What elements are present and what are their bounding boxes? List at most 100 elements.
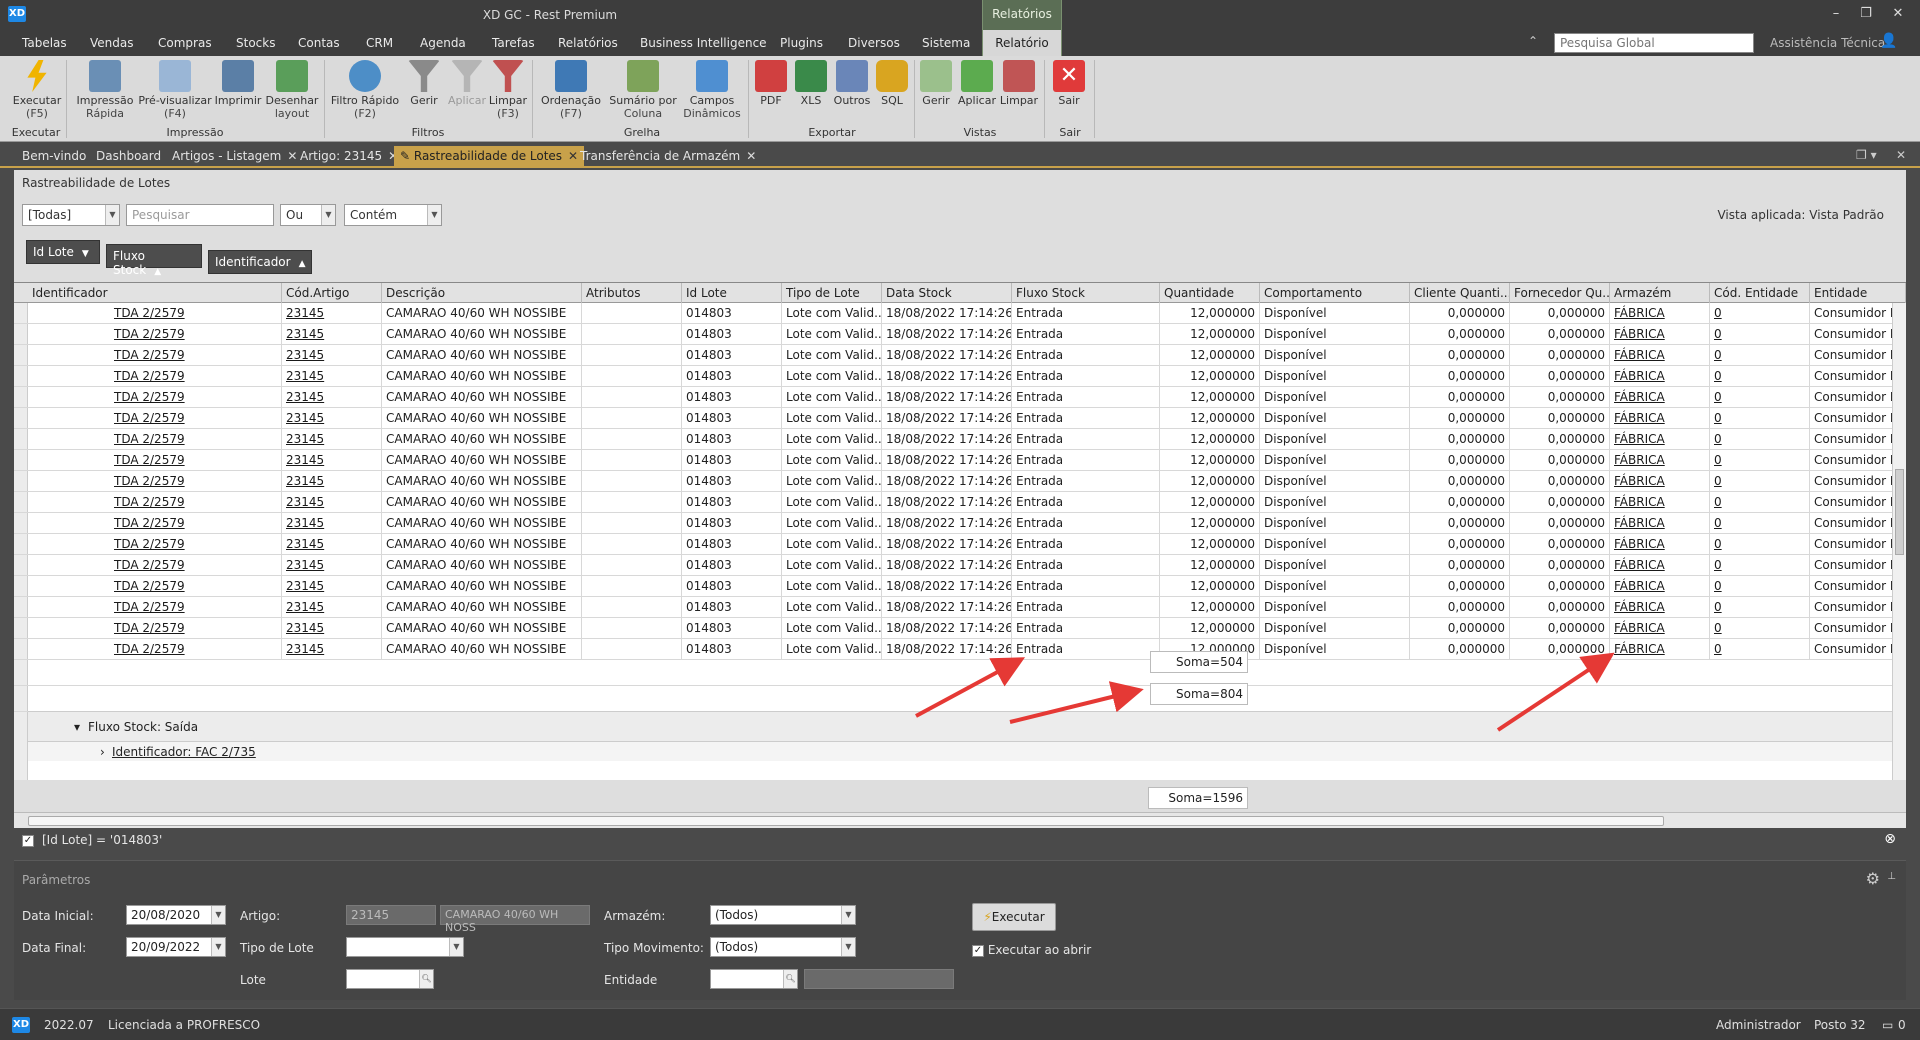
expand-chevron-icon[interactable]: › <box>100 745 105 759</box>
menu-plugins[interactable]: Plugins <box>780 36 823 50</box>
collapse-ribbon-icon[interactable]: ⌃ <box>1528 34 1538 48</box>
vertical-scrollbar[interactable] <box>1892 303 1906 780</box>
cell-cod-entidade[interactable]: 0 <box>1710 450 1810 471</box>
table-row[interactable]: TDA 2/2579 23145 CAMARAO 40/60 WH NOSSIBE 0… <box>14 429 1906 450</box>
cell-armazem[interactable]: FÁBRICA <box>1610 597 1710 618</box>
limpar-vistas-button[interactable]: Limpar <box>998 60 1040 107</box>
executar-params-button[interactable]: ⚡Executar <box>972 903 1056 931</box>
cell-identificador[interactable]: TDA 2/2579 <box>28 324 282 345</box>
horizontal-scroll-thumb[interactable] <box>28 816 1664 826</box>
cell-armazem[interactable]: FÁBRICA <box>1610 513 1710 534</box>
executar-button[interactable]: Executar (F5) <box>12 60 62 120</box>
cell-identificador[interactable]: TDA 2/2579 <box>28 429 282 450</box>
xls-export-button[interactable]: XLS <box>792 60 830 107</box>
menu-tabelas[interactable]: Tabelas <box>22 36 67 50</box>
column-header[interactable]: Comportamento <box>1260 283 1410 303</box>
lote-field[interactable]: 🔍︎ <box>346 969 434 989</box>
gerir-filtros-button[interactable]: Gerir <box>404 60 444 107</box>
table-row[interactable]: TDA 2/2579 23145 CAMARAO 40/60 WH NOSSIBE 0… <box>14 324 1906 345</box>
table-row[interactable]: TDA 2/2579 23145 CAMARAO 40/60 WH NOSSIBE 0… <box>14 471 1906 492</box>
menu-contas[interactable]: Contas <box>298 36 340 50</box>
ordenacao-button[interactable]: Ordenação (F7) <box>536 60 606 120</box>
cell-identificador[interactable]: TDA 2/2579 <box>28 618 282 639</box>
menu-agenda[interactable]: Agenda <box>420 36 466 50</box>
desenhar-layout-button[interactable]: Desenhar layout <box>264 60 320 120</box>
clear-filter-icon[interactable]: ⊗ <box>1884 831 1896 847</box>
search-input[interactable]: Pesquisar <box>126 204 274 226</box>
cell-identificador[interactable]: TDA 2/2579 <box>28 366 282 387</box>
menu-relatorios[interactable]: Relatórios <box>558 36 618 50</box>
cell-identificador[interactable]: TDA 2/2579 <box>28 639 282 660</box>
cell-cod-artigo[interactable]: 23145 <box>282 618 382 639</box>
cell-armazem[interactable]: FÁBRICA <box>1610 408 1710 429</box>
aplicar-filtros-button[interactable]: Aplicar <box>446 60 488 107</box>
cell-identificador[interactable]: TDA 2/2579 <box>28 387 282 408</box>
cell-armazem[interactable]: FÁBRICA <box>1610 429 1710 450</box>
table-row[interactable]: TDA 2/2579 23145 CAMARAO 40/60 WH NOSSIBE 0… <box>14 639 1906 660</box>
sair-button[interactable]: ✕ Sair <box>1050 60 1088 107</box>
sql-button[interactable]: SQL <box>874 60 910 107</box>
cell-cod-artigo[interactable]: 23145 <box>282 597 382 618</box>
cell-cod-artigo[interactable]: 23145 <box>282 534 382 555</box>
search-icon[interactable]: 🔍︎ <box>419 970 433 988</box>
cell-armazem[interactable]: FÁBRICA <box>1610 492 1710 513</box>
column-header[interactable]: Entidade <box>1810 283 1906 303</box>
menu-diversos[interactable]: Diversos <box>848 36 900 50</box>
tab-artigos-listagem[interactable]: Artigos - Listagem ✕ <box>166 146 303 166</box>
tipo-movimento-dropdown[interactable]: (Todos) ▼ <box>710 937 856 957</box>
cell-cod-entidade[interactable]: 0 <box>1710 366 1810 387</box>
cell-armazem[interactable]: FÁBRICA <box>1610 324 1710 345</box>
cell-cod-artigo[interactable]: 23145 <box>282 471 382 492</box>
column-header[interactable]: Fornecedor Qu... <box>1510 283 1610 303</box>
tab-artigo-23145[interactable]: Artigo: 23145✕ <box>294 146 404 166</box>
cell-cod-artigo[interactable]: 23145 <box>282 639 382 660</box>
cell-cod-entidade[interactable]: 0 <box>1710 597 1810 618</box>
column-header[interactable]: Cód. Entidade <box>1710 283 1810 303</box>
menu-relatorio-active[interactable]: Relatório <box>982 30 1062 56</box>
group-row-saida[interactable]: ▾ Fluxo Stock: Saída <box>28 711 1892 741</box>
messages-icon[interactable]: ▭ <box>1882 1018 1893 1032</box>
column-header[interactable]: Tipo de Lote <box>782 283 882 303</box>
cell-armazem[interactable]: FÁBRICA <box>1610 450 1710 471</box>
executar-ao-abrir-checkbox[interactable]: ✓ Executar ao abrir <box>972 943 1091 957</box>
filter-scope-dropdown[interactable]: [Todas] ▼ <box>22 204 120 226</box>
pin-icon[interactable]: ⊥ <box>1887 871 1896 882</box>
campos-dinamicos-button[interactable]: Campos Dinâmicos <box>680 60 744 120</box>
tab-transferencia-armazem[interactable]: Transferência de Armazém ✕ <box>574 146 762 166</box>
cell-identificador[interactable]: TDA 2/2579 <box>28 492 282 513</box>
menu-tarefas[interactable]: Tarefas <box>492 36 535 50</box>
cell-cod-entidade[interactable]: 0 <box>1710 618 1810 639</box>
cell-armazem[interactable]: FÁBRICA <box>1610 345 1710 366</box>
outros-export-button[interactable]: Outros <box>832 60 872 107</box>
cell-identificador[interactable]: TDA 2/2579 <box>28 450 282 471</box>
group-row-identificador[interactable]: › Identificador: FAC 2/735 <box>28 741 1892 761</box>
cell-armazem[interactable]: FÁBRICA <box>1610 618 1710 639</box>
cell-identificador[interactable]: TDA 2/2579 <box>28 408 282 429</box>
cell-cod-entidade[interactable]: 0 <box>1710 555 1810 576</box>
table-row[interactable]: TDA 2/2579 23145 CAMARAO 40/60 WH NOSSIBE 0… <box>14 618 1906 639</box>
imprimir-button[interactable]: Imprimir <box>214 60 262 107</box>
column-header[interactable]: Cód.Artigo <box>282 283 382 303</box>
column-header[interactable]: Data Stock <box>882 283 1012 303</box>
restore-icon[interactable]: ❐ <box>1856 6 1876 21</box>
cell-identificador[interactable]: TDA 2/2579 <box>28 303 282 324</box>
pdf-export-button[interactable]: PDF <box>752 60 790 107</box>
table-row[interactable]: TDA 2/2579 23145 CAMARAO 40/60 WH NOSSIBE 0… <box>14 534 1906 555</box>
aplicar-vistas-button[interactable]: Aplicar <box>956 60 998 107</box>
close-tab-icon[interactable]: ✕ <box>746 149 756 163</box>
data-inicial-field[interactable]: 20/08/2020 ▼ <box>126 905 226 925</box>
cell-cod-artigo[interactable]: 23145 <box>282 324 382 345</box>
group-chip-fluxo-stock[interactable]: Fluxo Stock ▲ <box>106 244 202 277</box>
entidade-field[interactable]: 🔍︎ <box>710 969 798 989</box>
table-row[interactable]: TDA 2/2579 23145 CAMARAO 40/60 WH NOSSIBE 0… <box>14 303 1906 324</box>
window-list-icon[interactable]: ❐ ▾ <box>1856 148 1877 162</box>
group-chip-id-lote[interactable]: Id Lote ▼ <box>26 240 100 264</box>
sumario-coluna-button[interactable]: Sumário por Coluna <box>608 60 678 120</box>
table-row[interactable]: TDA 2/2579 23145 CAMARAO 40/60 WH NOSSIBE 0… <box>14 513 1906 534</box>
menu-sistema[interactable]: Sistema <box>922 36 970 50</box>
cell-cod-artigo[interactable]: 23145 <box>282 492 382 513</box>
limpar-filtros-button[interactable]: Limpar (F3) <box>488 60 528 120</box>
cell-armazem[interactable]: FÁBRICA <box>1610 303 1710 324</box>
gerir-vistas-button[interactable]: Gerir <box>916 60 956 107</box>
close-document-icon[interactable]: ✕ <box>1896 148 1906 162</box>
